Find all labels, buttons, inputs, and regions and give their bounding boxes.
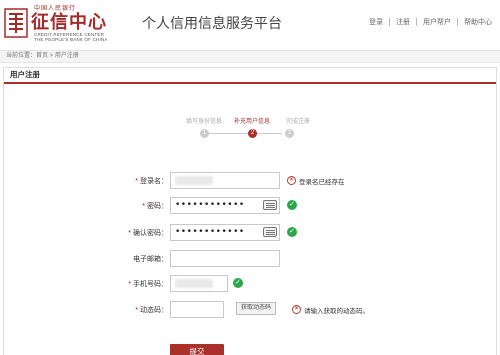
step-connector [204,133,282,134]
step-3-label: 完成注册 [285,119,311,125]
redacted-value [175,176,213,185]
keyboard-icon[interactable] [263,200,277,210]
x-circle-icon: × [292,305,301,314]
step-1-dot: 1 [200,129,209,138]
sms-code-error: 请输入获取的动态码。 [304,308,369,315]
login-name-row: * 登录名： × 登录名已经存在 [4,172,498,190]
step-1-label: 填写身份信息 [185,119,223,125]
step-2-dot: 2 [248,129,257,138]
step-indicator: 填写身份信息 补充用户信息 完成注册 1 2 3 [160,116,316,146]
nav-user-link[interactable]: 用户帮户 [423,17,451,27]
nav-help-link[interactable]: 帮助中心 [464,17,492,27]
phone-label: * 手机号码： [128,281,168,288]
confirm-password-row: * 确认密码： •••••••••••• ✓ [4,224,498,242]
sms-code-row: * 动态码： 获取动态码 × 请输入获取的动态码。 [4,301,498,319]
nav-login-link[interactable]: 登录 [369,17,383,27]
nav-divider [457,18,458,26]
sms-code-label: * 动态码： [135,307,168,314]
step-3-dot: 3 [285,129,294,138]
step-2-label: 补充用户信息 [233,119,271,125]
password-row: * 密码： •••••••••••• ✓ [4,197,498,215]
check-circle-icon: ✓ [233,278,243,288]
login-name-label: * 登录名： [135,178,168,185]
email-label: 电子邮箱： [133,256,168,263]
logo[interactable]: 中国人民银行 征信中心 CREDIT REFERENCE CENTER THE … [4,2,128,42]
nav-divider [389,18,390,26]
check-circle-icon: ✓ [287,227,297,237]
registration-panel: 用户注册 填写身份信息 补充用户信息 完成注册 1 2 3 * 登录名： × 登录… [3,67,497,355]
password-label: * 密码： [142,203,168,210]
panel-title: 用户注册 [4,68,496,84]
platform-title: 个人信用信息服务平台 [142,15,282,31]
emblem-icon [4,8,28,38]
get-sms-code-button[interactable]: 获取动态码 [236,302,276,315]
login-name-error: 登录名已经存在 [299,179,345,186]
nav-register-link[interactable]: 注册 [396,17,410,27]
submit-button[interactable]: 提交 [170,344,224,355]
check-circle-icon: ✓ [287,200,297,210]
email-row: 电子邮箱： [4,250,498,268]
site-header: 中国人民银行 征信中心 CREDIT REFERENCE CENTER THE … [0,0,500,44]
breadcrumb: 当前位置：首页 > 用户注册 [0,50,500,63]
login-name-input[interactable] [170,172,280,189]
keyboard-icon[interactable] [263,227,277,237]
logo-main-text: 征信中心 [31,12,107,33]
email-field[interactable] [170,250,280,267]
confirm-password-label: * 确认密码： [128,230,168,237]
redacted-value [175,279,213,288]
nav-divider [416,18,417,26]
phone-row: * 手机号码： ✓ [4,275,498,293]
x-circle-icon: × [287,176,296,185]
phone-input[interactable] [170,275,228,292]
top-nav: 登录 注册 用户帮户 帮助中心 [369,17,492,27]
logo-english-line-2: THE PEOPLE'S BANK OF CHINA [34,37,108,42]
sms-code-input[interactable] [170,301,224,318]
